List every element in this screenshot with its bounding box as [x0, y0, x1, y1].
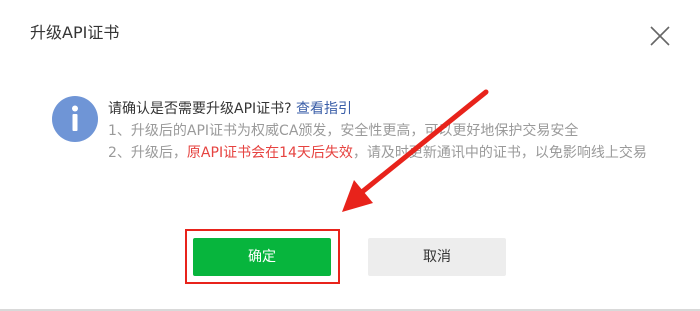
- notice-line-2: 2、升级后，原API证书会在14天后失效，请及时更新通讯中的证书，以免影响线上交…: [108, 142, 668, 164]
- view-guide-link[interactable]: 查看指引: [296, 101, 352, 117]
- notice-line-2-prefix: 2、升级后，: [108, 145, 187, 161]
- notice-question: 请确认是否需要升级API证书?: [108, 101, 292, 117]
- cancel-button[interactable]: 取消: [368, 238, 506, 276]
- notice-line-1: 1、升级后的API证书为权威CA颁发，安全性更高，可以更好地保护交易安全: [108, 123, 579, 139]
- confirm-button[interactable]: 确定: [193, 238, 331, 276]
- info-icon: [52, 96, 98, 142]
- close-icon[interactable]: [648, 24, 672, 48]
- notice-text: 请确认是否需要升级API证书? 查看指引 1、升级后的API证书为权威CA颁发，…: [108, 98, 668, 164]
- notice-question-line: 请确认是否需要升级API证书? 查看指引: [108, 98, 668, 120]
- notice-line-2-suffix: ，请及时更新通讯中的证书，以免影响线上交易: [352, 145, 647, 161]
- upgrade-cert-dialog: 升级API证书 请确认是否需要升级API证书? 查看指引 1、升级后的API证书…: [0, 0, 700, 311]
- dialog-title: 升级API证书: [30, 23, 120, 42]
- notice-line-2-warning: 原API证书会在14天后失效: [186, 145, 353, 161]
